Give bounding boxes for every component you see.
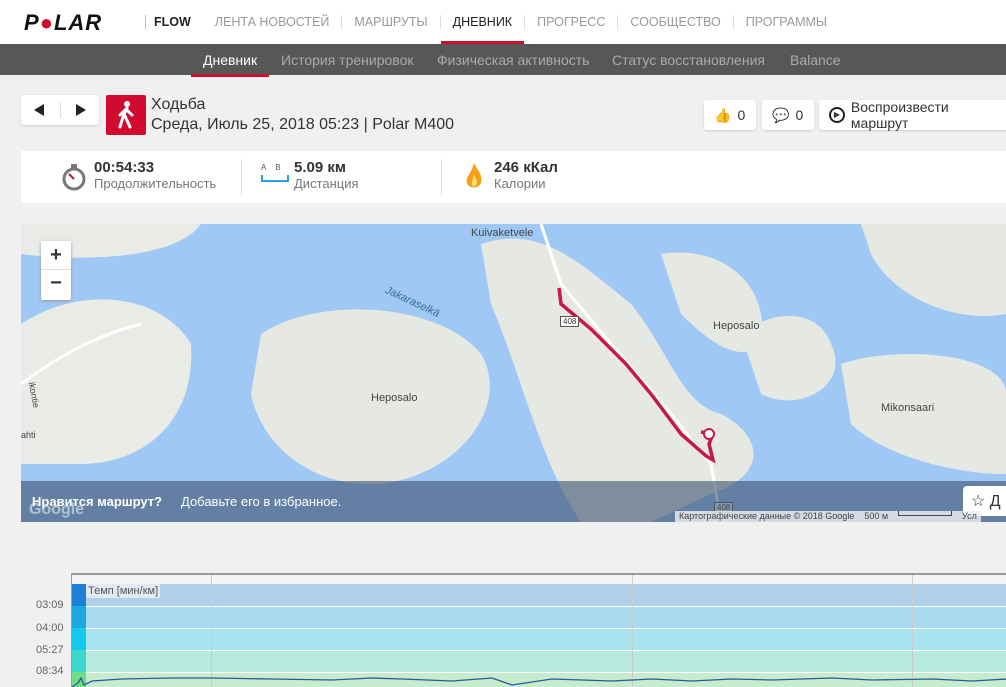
divider [60, 102, 61, 118]
place-label: Heposalo [713, 320, 760, 332]
google-logo: Google [29, 501, 85, 518]
subnav-history[interactable]: История тренировок [281, 52, 413, 68]
replay-route-button[interactable]: ▶ Воспроизвести маршрут [819, 99, 1006, 131]
banner-text: Добавьте его в избранное. [181, 494, 342, 509]
zoom-in-button[interactable]: + [41, 241, 71, 270]
duration-stat: 00:54:33 Продолжительность [94, 159, 217, 191]
scale-bar [898, 511, 953, 516]
sport-title: Ходьба [151, 96, 206, 113]
subnav-recovery[interactable]: Статус восстановления [612, 52, 765, 68]
prev-arrow-icon[interactable] [34, 104, 44, 116]
flow-label: FLOW [145, 15, 203, 29]
place-label: Kuivaketvele [471, 227, 534, 239]
stats-bar: 00:54:33 Продолжительность A B 5.09 км Дис… [21, 151, 1006, 203]
road-shield: 408 [560, 316, 580, 327]
route-start-marker [703, 428, 715, 440]
thumbs-up-icon: 👍 [714, 106, 732, 123]
pace-chart[interactable]: Темп [мин/км] [71, 573, 1006, 687]
y-tick: 08:34 [36, 665, 64, 677]
pace-line [72, 676, 1006, 687]
session-nav [21, 95, 99, 125]
place-label: ahti [21, 430, 36, 440]
comment-icon: 💬 [772, 106, 790, 123]
subnav-balance[interactable]: Balance [790, 52, 841, 68]
calories-stat: 246 кКал Калории [494, 159, 558, 191]
nav-programs[interactable]: ПРОГРАММЫ [732, 15, 839, 29]
y-tick: 05:27 [36, 644, 64, 656]
next-arrow-icon[interactable] [76, 104, 86, 116]
favorite-label: Д [989, 493, 1001, 510]
nav-diary[interactable]: ДНЕВНИК [439, 15, 525, 44]
stopwatch-icon [61, 163, 87, 196]
map-canvas [21, 224, 1006, 522]
scale-label: 500 м [864, 511, 889, 521]
polar-logo[interactable]: P●LAR [24, 10, 102, 36]
distance-stat: 5.09 км Дистанция [294, 159, 359, 191]
comment-button[interactable]: 💬 0 [762, 100, 814, 130]
main-nav: FLOW ЛЕНТА НОВОСТЕЙ МАРШРУТЫ ДНЕВНИК ПРО… [145, 0, 840, 44]
distance-icon: A B [261, 163, 289, 182]
terms-link[interactable]: Усл [962, 511, 977, 522]
map-attribution: Картографические данные © 2018 Google 50… [675, 511, 981, 522]
y-tick: 03:09 [36, 599, 64, 611]
attribution-link[interactable]: Картографические данные © 2018 Google [679, 511, 854, 522]
subnav-activity[interactable]: Физическая активность [437, 52, 589, 68]
y-tick: 04:00 [36, 622, 64, 634]
walking-icon [106, 95, 146, 135]
session-date: Среда, Июль 25, 2018 05:23 | Polar M400 [151, 116, 455, 133]
place-label: Mikonsaari [881, 402, 935, 414]
nav-community[interactable]: СООБЩЕСТВО [617, 15, 732, 29]
nav-progress[interactable]: ПРОГРЕСС [524, 15, 617, 29]
top-bar: P●LAR FLOW ЛЕНТА НОВОСТЕЙ МАРШРУТЫ ДНЕВН… [0, 0, 1006, 44]
flame-icon [464, 161, 484, 196]
like-button[interactable]: 👍 0 [704, 100, 756, 130]
nav-feed[interactable]: ЛЕНТА НОВОСТЕЙ [203, 15, 342, 29]
nav-routes[interactable]: МАРШРУТЫ [341, 15, 439, 29]
zoom-out-button[interactable]: − [41, 270, 71, 299]
comment-count: 0 [795, 107, 804, 123]
zoom-controls: + − [41, 241, 71, 300]
play-icon: ▶ [829, 107, 845, 123]
subnav-diary[interactable]: Дневник [190, 52, 270, 77]
route-map[interactable]: Kuivaketvele Jakaraselkä Heposalo Heposa… [21, 224, 1006, 522]
place-label: Heposalo [371, 392, 418, 404]
like-count: 0 [737, 107, 746, 123]
replay-label: Воспроизвести маршрут [850, 99, 949, 131]
sub-nav: Дневник История тренировок Физическая ак… [0, 44, 1006, 77]
star-icon: ☆ [971, 493, 986, 510]
